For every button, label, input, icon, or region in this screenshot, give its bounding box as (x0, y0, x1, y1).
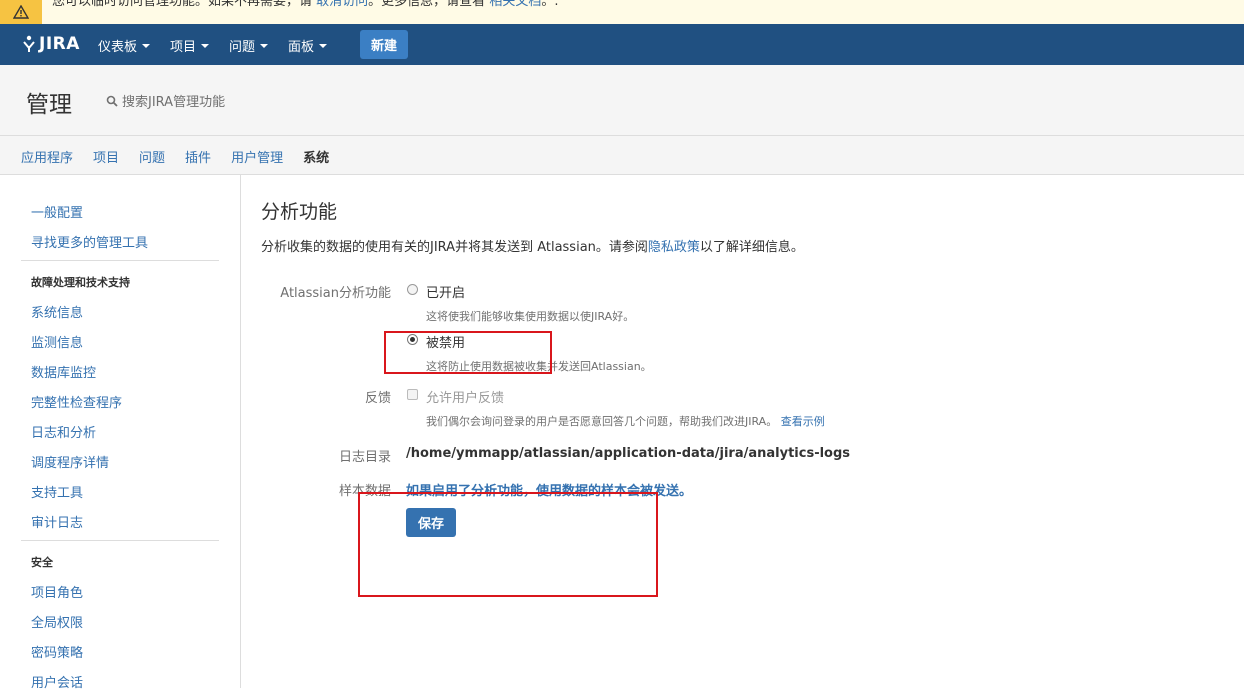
logo-text: JIRA (39, 34, 80, 54)
section-heading: 分析功能 (261, 201, 338, 223)
sidebar-item-scheduler-details[interactable]: 调度程序详情 (31, 452, 109, 471)
search-icon (106, 95, 118, 107)
sidebar-item-global-permissions[interactable]: 全局权限 (31, 612, 83, 631)
jira-logo-icon (23, 35, 35, 52)
nav-projects-label: 项目 (170, 40, 197, 55)
banner-text-prefix: 您可以临时访问管理功能。如果不再需要，请 (52, 0, 313, 9)
sidebar-item-integrity-checker[interactable]: 完整性检查程序 (31, 392, 122, 411)
banner-text: 您可以临时访问管理功能。如果不再需要，请 取消访问。更多信息，请查看 相关文档。… (52, 0, 558, 9)
nav-dashboards[interactable]: 仪表板 (98, 36, 151, 55)
log-directory-value: /home/ymmapp/atlassian/application-data/… (406, 446, 851, 461)
tab-applications[interactable]: 应用程序 (21, 147, 73, 166)
chevron-down-icon (260, 43, 269, 48)
nav-dashboards-label: 仪表板 (98, 40, 138, 55)
section-description: 分析收集的数据的使用有关的JIRA并将其发送到 Atlassian。请参阅隐私政… (261, 236, 804, 255)
sidebar-item-user-sessions[interactable]: 用户会话 (31, 672, 83, 691)
admin-search[interactable]: 搜索JIRA管理功能 (106, 91, 225, 110)
analytics-enabled-hint: 这将使我们能够收集使用数据以使JIRA好。 (426, 310, 635, 323)
feedback-checkbox[interactable] (407, 389, 418, 400)
tab-user-management[interactable]: 用户管理 (231, 147, 283, 166)
tab-projects[interactable]: 项目 (93, 147, 119, 166)
jira-logo[interactable]: JIRA (22, 34, 80, 54)
description-prefix: 分析收集的数据的使用有关的JIRA并将其发送到 Atlassian。请参阅 (261, 240, 648, 255)
sidebar-divider (21, 540, 219, 541)
analytics-enabled-label[interactable]: 已开启 (426, 282, 465, 301)
feedback-option-label[interactable]: 允许用户反馈 (426, 387, 504, 406)
nav-issues-label: 问题 (229, 40, 256, 55)
sidebar-item-database-monitoring[interactable]: 数据库监控 (31, 362, 96, 381)
sidebar-item-logging-profiling[interactable]: 日志和分析 (31, 422, 96, 441)
feedback-example-link[interactable]: 查看示例 (781, 415, 825, 428)
privacy-policy-link[interactable]: 隐私政策 (648, 240, 700, 255)
feedback-hint-text: 我们偶尔会询问登录的用户是否愿意回答几个问题，帮助我们改进JIRA。 (426, 415, 778, 428)
sidebar-item-password-policy[interactable]: 密码策略 (31, 642, 83, 661)
create-button[interactable]: 新建 (360, 30, 408, 59)
sidebar-item-general-config[interactable]: 一般配置 (31, 202, 83, 221)
log-directory-label: 日志目录 (338, 450, 391, 465)
description-suffix: 以了解详细信息。 (699, 240, 804, 255)
admin-header: 管理 搜索JIRA管理功能 (0, 65, 1244, 136)
tab-addons[interactable]: 插件 (185, 147, 211, 166)
annotation-box (358, 492, 658, 597)
feedback-hint: 我们偶尔会询问登录的用户是否愿意回答几个问题，帮助我们改进JIRA。 查看示例 (426, 413, 825, 429)
page-title: 管理 (26, 92, 72, 118)
chevron-down-icon (201, 43, 210, 48)
nav-boards-label: 面板 (288, 40, 315, 55)
sidebar-item-audit-log[interactable]: 审计日志 (31, 512, 83, 531)
docs-link[interactable]: 相关文档 (489, 0, 541, 9)
tab-issues[interactable]: 问题 (139, 147, 165, 166)
cancel-access-link[interactable]: 取消访问 (316, 0, 368, 9)
sidebar-item-system-info[interactable]: 系统信息 (31, 302, 83, 321)
warning-icon (0, 0, 42, 24)
sidebar-divider (21, 260, 219, 261)
analytics-enabled-radio[interactable] (407, 284, 418, 295)
sidebar-item-support-tools[interactable]: 支持工具 (31, 482, 83, 501)
admin-tabs: 应用程序 项目 问题 插件 用户管理 系统 (0, 136, 1244, 175)
top-nav: JIRA 仪表板 项目 问题 面板 新建 (0, 24, 1244, 65)
banner-text-suffix: 。. (541, 0, 559, 9)
tab-system[interactable]: 系统 (303, 147, 329, 166)
access-warning-banner: 您可以临时访问管理功能。如果不再需要，请 取消访问。更多信息，请查看 相关文档。… (0, 0, 1244, 25)
sidebar-item-more-admin-tools[interactable]: 寻找更多的管理工具 (31, 232, 148, 251)
sidebar-section-security: 安全 (31, 556, 53, 569)
sidebar-item-instrumentation[interactable]: 监测信息 (31, 332, 83, 351)
search-input[interactable]: 搜索JIRA管理功能 (122, 91, 225, 110)
chevron-down-icon (142, 43, 151, 48)
nav-boards[interactable]: 面板 (288, 36, 328, 55)
admin-sidebar: 一般配置 寻找更多的管理工具 故障处理和技术支持 系统信息 监测信息 数据库监控… (0, 175, 241, 691)
annotation-box (384, 331, 552, 374)
banner-text-mid: 。更多信息，请查看 (368, 0, 486, 9)
chevron-down-icon (319, 43, 328, 48)
nav-projects[interactable]: 项目 (170, 36, 210, 55)
main-content: 分析功能 分析收集的数据的使用有关的JIRA并将其发送到 Atlassian。请… (261, 175, 1221, 688)
analytics-label: Atlassian分析功能 (280, 286, 391, 301)
sidebar-item-project-roles[interactable]: 项目角色 (31, 582, 83, 601)
sidebar-section-troubleshooting: 故障处理和技术支持 (31, 276, 130, 289)
feedback-label: 反馈 (364, 391, 391, 406)
nav-issues[interactable]: 问题 (229, 36, 269, 55)
